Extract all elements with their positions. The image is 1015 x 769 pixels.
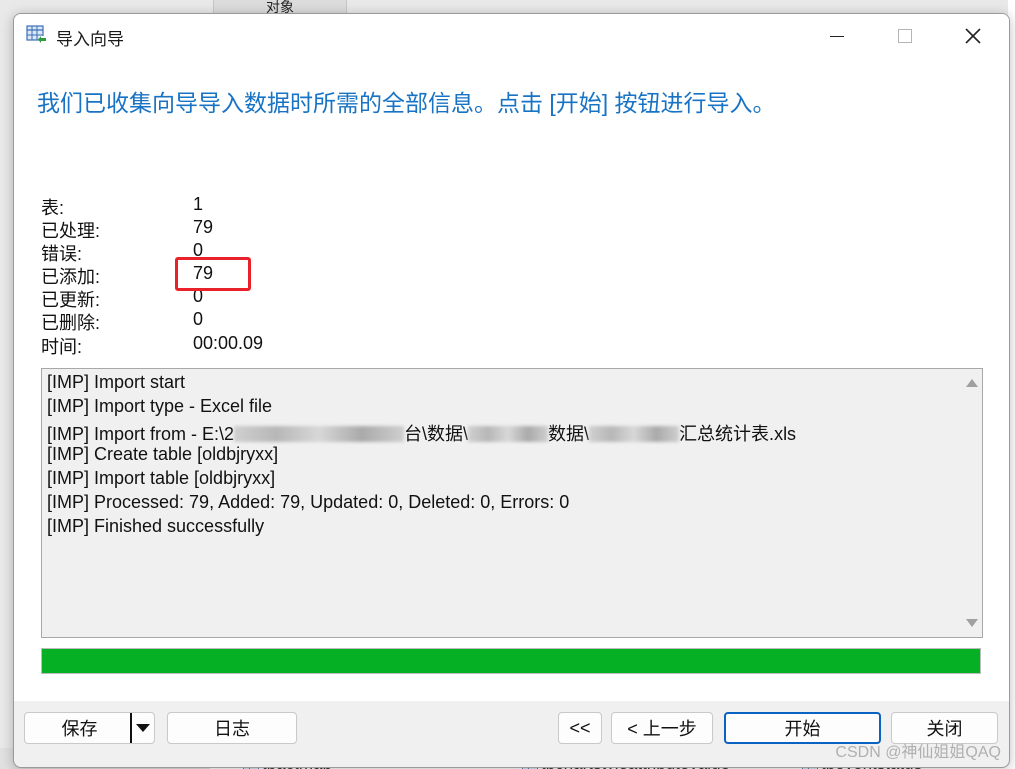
scroll-down-arrow-icon[interactable] xyxy=(966,619,978,627)
stat-label: 时间: xyxy=(41,337,83,357)
header-band: 我们已收集向导导入数据时所需的全部信息。点击 [开始] 按钮进行导入。 xyxy=(14,58,1009,178)
added-count-highlight xyxy=(175,257,251,291)
stat-label: 已删除: xyxy=(41,313,101,333)
close-icon xyxy=(965,28,981,44)
log-line: [IMP] Import table [oldbjryxx] xyxy=(47,468,276,488)
stat-value: 00:00.09 xyxy=(193,333,264,353)
log-line: [IMP] Import type - Excel file xyxy=(47,396,273,416)
log-path-prefix: [IMP] Import from - E:\2 xyxy=(47,424,235,444)
stat-value: 1 xyxy=(193,194,204,214)
back-button[interactable]: < 上一步 xyxy=(611,712,713,744)
minimize-button[interactable] xyxy=(814,14,860,58)
save-button[interactable]: 保存 xyxy=(24,712,155,744)
log-path-filename: 汇总统计表.xls xyxy=(679,424,797,444)
save-button-label: 保存 xyxy=(61,719,98,739)
title-bar[interactable]: 导入向导 xyxy=(14,14,1009,58)
log-line: [IMP] Finished successfully xyxy=(47,516,265,536)
log-line: [IMP] Processed: 79, Added: 79, Updated:… xyxy=(47,492,570,512)
progress-fill xyxy=(42,649,980,673)
import-progress-bar xyxy=(41,648,981,674)
redacted-path xyxy=(234,426,405,442)
log-path-segment: 台\数据\ xyxy=(404,424,469,444)
close-window-button[interactable] xyxy=(950,14,996,58)
import-wizard-icon xyxy=(26,25,47,44)
chevron-down-icon xyxy=(136,724,150,732)
window-title: 导入向导 xyxy=(56,30,124,49)
log-scrollbar[interactable] xyxy=(962,369,982,637)
watermark: CSDN @神仙姐姐QAQ xyxy=(835,744,1001,761)
maximize-icon xyxy=(898,29,912,43)
wizard-message: 我们已收集向导导入数据时所需的全部信息。点击 [开始] 按钮进行导入。 xyxy=(37,90,776,116)
scroll-up-arrow-icon[interactable] xyxy=(966,379,978,387)
log-line-import-from: [IMP] Import from - E:\2 台\数据\ 数据\ 汇总统计表.xl… xyxy=(47,420,796,446)
log-line: [IMP] Create table [oldbjryxx] xyxy=(47,444,279,464)
redacted-path xyxy=(589,426,680,442)
import-log[interactable]: [IMP] Import start [IMP] Import type - E… xyxy=(41,368,983,638)
save-dropdown-arrow[interactable] xyxy=(130,713,154,743)
maximize-button[interactable] xyxy=(882,14,928,58)
object-tab[interactable]: 对象 xyxy=(213,0,347,14)
minimize-icon xyxy=(830,35,844,37)
import-wizard-dialog: 导入向导 我们已收集向导导入数据时所需的全部信息。点击 [开始] 按钮进行导入。… xyxy=(13,13,1010,768)
log-line: [IMP] Import start xyxy=(47,372,186,392)
first-step-button[interactable]: << xyxy=(558,712,602,744)
stat-value: 0 xyxy=(193,309,204,329)
log-path-segment: 数据\ xyxy=(548,424,590,444)
log-button[interactable]: 日志 xyxy=(167,712,297,744)
redacted-path xyxy=(468,426,549,442)
stat-value: 79 xyxy=(193,217,214,237)
